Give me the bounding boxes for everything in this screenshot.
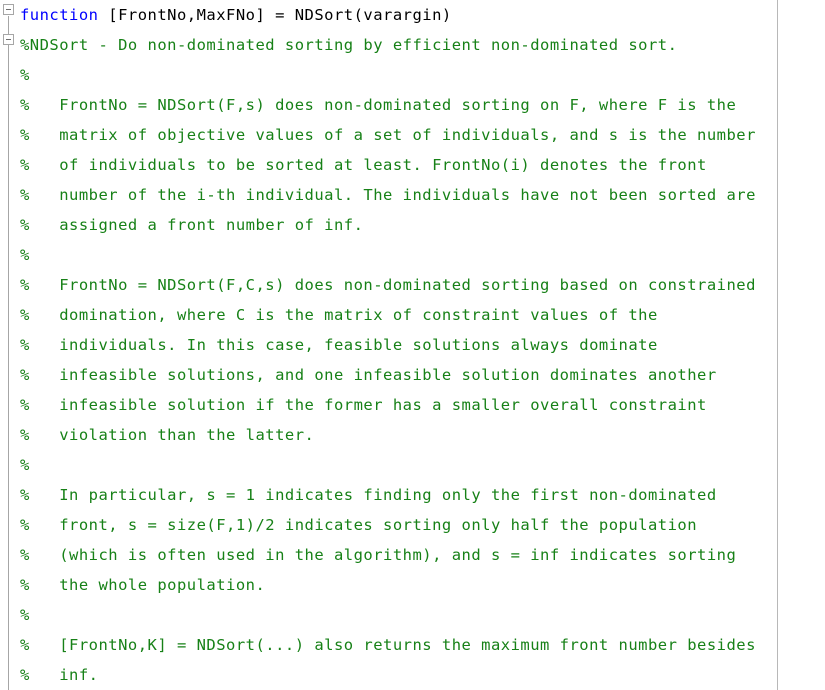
- comment-text: % violation than the latter.: [20, 426, 315, 444]
- comment-text: % infeasible solutions, and one infeasib…: [20, 366, 717, 384]
- code-line-5[interactable]: % matrix of objective values of a set of…: [20, 120, 825, 150]
- code-line-23[interactable]: % inf.: [20, 660, 825, 690]
- code-line-17[interactable]: % In particular, s = 1 indicates finding…: [20, 480, 825, 510]
- fold-spine-line: [8, 16, 9, 690]
- comment-text: % FrontNo = NDSort(F,C,s) does non-domin…: [20, 276, 756, 294]
- comment-text: % [FrontNo,K] = NDSort(...) also returns…: [20, 636, 756, 654]
- code-line-6[interactable]: % of individuals to be sorted at least. …: [20, 150, 825, 180]
- code-line-10[interactable]: % FrontNo = NDSort(F,C,s) does non-domin…: [20, 270, 825, 300]
- code-line-14[interactable]: % infeasible solution if the former has …: [20, 390, 825, 420]
- code-fold-gutter[interactable]: [0, 0, 20, 690]
- comment-text: % domination, where C is the matrix of c…: [20, 306, 658, 324]
- comment-text: %: [20, 456, 30, 474]
- code-line-11[interactable]: % domination, where C is the matrix of c…: [20, 300, 825, 330]
- comment-text: % front, s = size(F,1)/2 indicates sorti…: [20, 516, 698, 534]
- comment-text: %: [20, 66, 30, 84]
- code-line-18[interactable]: % front, s = size(F,1)/2 indicates sorti…: [20, 510, 825, 540]
- comment-text: % assigned a front number of inf.: [20, 216, 364, 234]
- comment-text: %: [20, 246, 30, 264]
- code-line-7[interactable]: % number of the i-th individual. The ind…: [20, 180, 825, 210]
- comment-text: % inf.: [20, 666, 99, 684]
- code-line-19[interactable]: % (which is often used in the algorithm)…: [20, 540, 825, 570]
- code-line-21[interactable]: %: [20, 600, 825, 630]
- comment-text: % infeasible solution if the former has …: [20, 396, 707, 414]
- code-line-1[interactable]: function [FrontNo,MaxFNo] = NDSort(varar…: [20, 0, 825, 30]
- code-line-13[interactable]: % infeasible solutions, and one infeasib…: [20, 360, 825, 390]
- code-line-12[interactable]: % individuals. In this case, feasible so…: [20, 330, 825, 360]
- function-signature: [FrontNo,MaxFNo] = NDSort(varargin): [98, 6, 452, 24]
- fold-toggle-minus-icon-2[interactable]: [3, 34, 14, 45]
- code-line-22[interactable]: % [FrontNo,K] = NDSort(...) also returns…: [20, 630, 825, 660]
- comment-text: % number of the i-th individual. The ind…: [20, 186, 756, 204]
- code-line-9[interactable]: %: [20, 240, 825, 270]
- comment-text: % the whole population.: [20, 576, 266, 594]
- matlab-editor-code-pane[interactable]: function [FrontNo,MaxFNo] = NDSort(varar…: [0, 0, 825, 690]
- comment-text: % FrontNo = NDSort(F,s) does non-dominat…: [20, 96, 737, 114]
- comment-text: % (which is often used in the algorithm)…: [20, 546, 737, 564]
- comment-text: %NDSort - Do non-dominated sorting by ef…: [20, 36, 678, 54]
- comment-text: %: [20, 606, 30, 624]
- comment-text: % of individuals to be sorted at least. …: [20, 156, 707, 174]
- code-line-16[interactable]: %: [20, 450, 825, 480]
- code-lines[interactable]: function [FrontNo,MaxFNo] = NDSort(varar…: [20, 0, 825, 690]
- code-line-20[interactable]: % the whole population.: [20, 570, 825, 600]
- code-line-15[interactable]: % violation than the latter.: [20, 420, 825, 450]
- code-line-4[interactable]: % FrontNo = NDSort(F,s) does non-dominat…: [20, 90, 825, 120]
- comment-text: % In particular, s = 1 indicates finding…: [20, 486, 717, 504]
- keyword-function: function: [20, 6, 99, 24]
- fold-toggle-minus-icon-1[interactable]: [3, 4, 14, 15]
- comment-text: % individuals. In this case, feasible so…: [20, 336, 658, 354]
- code-line-2[interactable]: %NDSort - Do non-dominated sorting by ef…: [20, 30, 825, 60]
- comment-text: % matrix of objective values of a set of…: [20, 126, 756, 144]
- code-line-8[interactable]: % assigned a front number of inf.: [20, 210, 825, 240]
- code-line-3[interactable]: %: [20, 60, 825, 90]
